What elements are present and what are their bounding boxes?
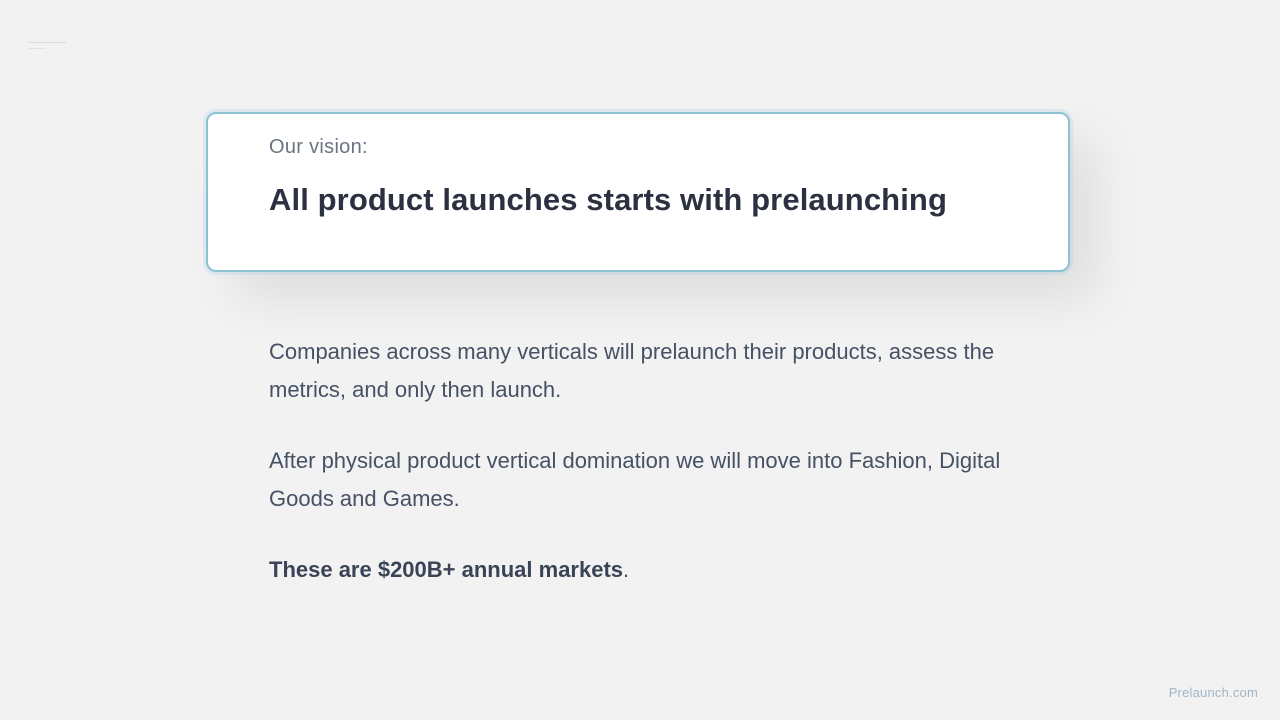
vision-card: Our vision: All product launches starts … xyxy=(206,112,1070,272)
corner-line-long xyxy=(28,42,66,43)
market-statement-bold: These are $200B+ annual markets xyxy=(269,557,624,582)
paragraph-verticals: Companies across many verticals will pre… xyxy=(269,339,995,402)
corner-line-short xyxy=(28,48,46,49)
body-text: Companies across many verticals will pre… xyxy=(269,333,1029,589)
corner-decoration xyxy=(28,42,68,52)
market-statement-period: . xyxy=(623,557,630,582)
paragraph-expansion: After physical product vertical dominati… xyxy=(269,448,1001,511)
vision-label: Our vision: xyxy=(269,136,368,158)
vision-headline: All product launches starts with prelaun… xyxy=(269,182,947,217)
market-statement: These are $200B+ annual markets. xyxy=(269,551,1029,589)
footer-brand: Prelaunch.com xyxy=(1168,685,1258,700)
